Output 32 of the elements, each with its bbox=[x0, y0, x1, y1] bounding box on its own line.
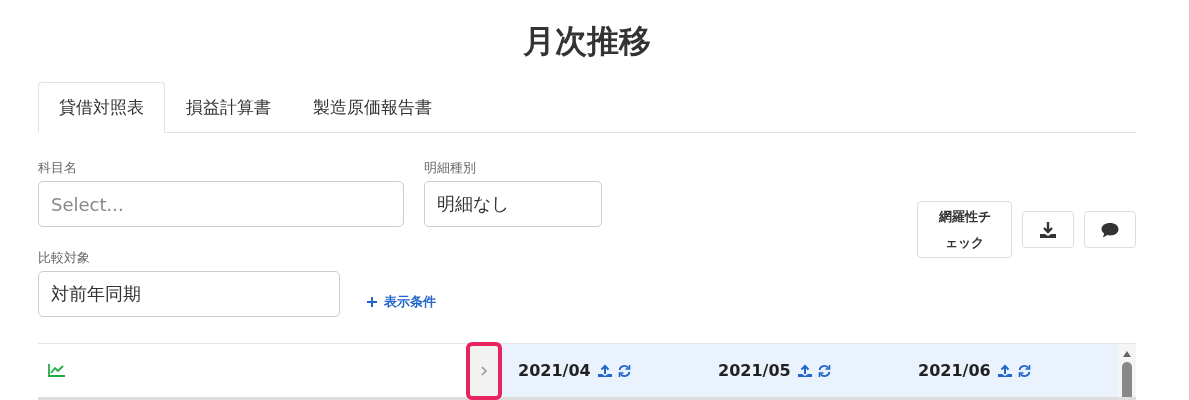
add-condition-link[interactable]: 表示条件 bbox=[366, 293, 436, 311]
field-label: 比較対象 bbox=[38, 249, 91, 267]
upload-icon[interactable] bbox=[796, 363, 813, 378]
line-chart-icon bbox=[48, 362, 66, 377]
chevron-right-icon bbox=[480, 364, 488, 377]
refresh-icon[interactable] bbox=[616, 363, 632, 378]
coverage-check-button[interactable]: 網羅性チェック bbox=[917, 201, 1012, 258]
expand-button[interactable] bbox=[466, 341, 502, 400]
upload-icon[interactable] bbox=[996, 363, 1013, 378]
month-header: 2021/05 bbox=[718, 361, 791, 380]
page-title: 月次推移 bbox=[522, 21, 652, 62]
field-label: 明細種別 bbox=[424, 159, 477, 177]
month-header: 2021/04 bbox=[518, 361, 591, 380]
field-label: 科目名 bbox=[38, 159, 78, 177]
tab[interactable]: 損益計算書 bbox=[165, 82, 292, 133]
scrollbar[interactable] bbox=[1118, 344, 1136, 397]
tab[interactable]: 貸借対照表 bbox=[38, 82, 165, 133]
tab[interactable]: 製造原価報告書 bbox=[292, 82, 453, 133]
select-field[interactable]: Select... bbox=[38, 181, 404, 227]
refresh-icon[interactable] bbox=[1016, 363, 1032, 378]
download-icon bbox=[1038, 220, 1058, 239]
scroll-thumb[interactable] bbox=[1122, 362, 1132, 397]
comment-button[interactable] bbox=[1084, 211, 1136, 248]
scroll-up-icon[interactable] bbox=[1122, 350, 1132, 358]
comment-icon bbox=[1100, 220, 1120, 239]
upload-icon[interactable] bbox=[596, 363, 613, 378]
download-button[interactable] bbox=[1022, 211, 1074, 248]
month-header: 2021/06 bbox=[918, 361, 991, 380]
refresh-icon[interactable] bbox=[816, 363, 832, 378]
plus-icon bbox=[366, 296, 378, 308]
select-field[interactable]: 明細なし bbox=[424, 181, 602, 227]
select-field[interactable]: 対前年同期 bbox=[38, 271, 340, 317]
